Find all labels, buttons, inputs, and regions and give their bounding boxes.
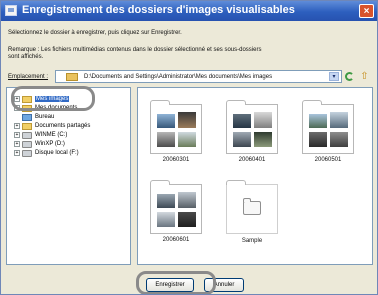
photo-icon — [177, 211, 197, 228]
photo-icon — [308, 131, 328, 148]
photo-icon — [156, 131, 176, 148]
remark-text-line1: Remarque : Les fichiers multimédias cont… — [8, 47, 262, 53]
folder-label: Sample — [241, 238, 263, 244]
chevron-down-icon[interactable]: ▾ — [329, 72, 339, 81]
location-path: D:\Documents and Settings\Administrator\… — [84, 74, 273, 80]
photo-icon — [156, 211, 176, 228]
tree-item-label: Bureau — [35, 114, 55, 120]
folder-label: 20060301 — [162, 157, 190, 163]
folder-label: 20060401 — [238, 157, 266, 163]
folder-thumbnail-20060401[interactable] — [226, 100, 278, 154]
app-icon — [5, 5, 17, 16]
expand-icon[interactable]: + — [14, 123, 20, 129]
photo-icon — [308, 113, 328, 129]
highlight-ring — [136, 271, 216, 294]
tree-item-label: WINME (C:) — [35, 132, 68, 138]
dialog-window: Enregistrement des dossiers d'images vis… — [0, 0, 378, 295]
photo-icon — [156, 193, 176, 209]
photo-icon — [329, 111, 349, 129]
folder-thumbnails-panel[interactable]: 20060301 20060401 20060501 20060601 Samp… — [137, 87, 373, 265]
instruction-text: Sélectionnez le dossier à enregistrer, p… — [8, 30, 182, 36]
tree-item-label: WinXP (D:) — [35, 141, 65, 147]
photo-icon — [232, 113, 252, 129]
close-button[interactable]: × — [359, 4, 374, 18]
expand-icon[interactable]: + — [14, 132, 20, 138]
up-folder-icon[interactable]: ⇧ — [359, 71, 370, 82]
folder-thumbnail-20060601[interactable] — [150, 180, 202, 234]
drive-icon — [22, 150, 32, 157]
photo-icon — [253, 111, 273, 129]
remark-text-line2: sont affichés. — [8, 54, 44, 60]
photo-icon — [329, 131, 349, 148]
drive-icon — [22, 141, 32, 148]
folder-thumbnail-20060501[interactable] — [302, 100, 354, 154]
location-label: Emplacement : — [8, 74, 49, 80]
photo-icon — [253, 131, 273, 148]
photo-icon — [156, 113, 176, 129]
folder-tree[interactable]: + Mes images + Mes documents Bureau + Do… — [6, 87, 131, 265]
desktop-icon — [22, 114, 32, 121]
tree-item-label: Disque local (F:) — [35, 150, 79, 156]
folder-icon — [66, 73, 78, 81]
photo-icon — [177, 131, 197, 148]
photo-icon — [177, 191, 197, 209]
shared-folder-icon — [22, 123, 32, 130]
folder-label: 20060501 — [314, 157, 342, 163]
refresh-icon[interactable] — [345, 72, 354, 81]
empty-folder-icon — [243, 198, 261, 215]
folder-label: 20060601 — [162, 237, 190, 243]
expand-icon[interactable]: + — [14, 150, 20, 156]
photo-icon — [232, 131, 252, 148]
window-title: Enregistrement des dossiers d'images vis… — [22, 4, 295, 16]
panel-splitter[interactable] — [132, 87, 136, 265]
expand-icon[interactable]: + — [14, 141, 20, 147]
title-bar[interactable]: Enregistrement des dossiers d'images vis… — [1, 1, 377, 21]
highlight-ring — [11, 86, 95, 111]
photo-icon — [177, 111, 197, 129]
folder-thumbnail-20060301[interactable] — [150, 100, 202, 154]
tree-item-label: Documents partagés — [35, 123, 91, 129]
folder-thumbnail-sample[interactable] — [226, 180, 278, 234]
location-combobox[interactable]: D:\Documents and Settings\Administrator\… — [55, 70, 342, 83]
drive-icon — [22, 132, 32, 139]
